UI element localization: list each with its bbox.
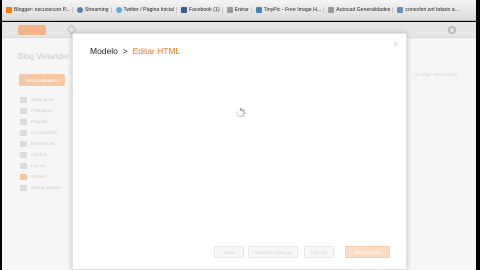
backdrop-right-links: Ver blog • Personalizar [414,72,458,77]
close-icon[interactable]: × [393,41,398,49]
nav-item-earnings: Ganhos [20,149,61,160]
nav-item-overview: Visão geral [20,94,61,105]
preview-changes-button[interactable]: Visualizar mudanças [248,246,298,258]
gear-icon [448,26,456,34]
bookmark-twitter[interactable]: Twitter / Página Inicial [115,7,177,13]
nav-label: Configurações [31,185,61,190]
nav-item-stats: Estatísticas [20,138,61,149]
modal-breadcrumb: Modelo > Editar HTML [90,46,180,56]
bookmark-label: Streaming [84,7,109,13]
nav-label: Ganhos [31,152,48,157]
dashboard-nav: Visão geral Postagens Páginas Comentário… [20,94,61,193]
bookmark-streaming[interactable]: Streaming [76,7,112,13]
doc-icon [397,7,404,13]
nav-item-posts: Postagens [20,105,61,116]
overview-icon [20,96,27,103]
bookmark-label: conecferi.wrl bdario a... [405,7,460,13]
nav-label: Postagens [31,108,53,113]
nav-label: Layout [31,163,45,168]
nav-label: Páginas [31,119,48,124]
save-template-button[interactable]: Salvar modelo [345,246,390,258]
earnings-icon [20,151,27,158]
cancel-button[interactable]: Cancelar [304,246,334,258]
pages-icon [20,118,27,125]
page-icon [328,7,335,13]
edit-html-modal: × Modelo > Editar HTML Salvar Visualizar… [72,33,407,270]
nav-item-pages: Páginas [20,116,61,127]
stats-icon [20,140,27,147]
blogger-logo [18,25,46,35]
nav-label: Estatísticas [31,141,55,146]
breadcrumb-edit-html: Editar HTML [132,46,181,56]
bookmarks-bar: Blogger: escuoscuro P... Streaming Twitt… [2,0,476,21]
nav-item-layout: Layout [20,160,61,171]
page-icon [226,7,233,13]
bookmark-label: Twitter / Página Inicial [123,7,174,13]
bookmark-label: Facebook (1) [188,7,220,13]
tinypic-icon [255,7,262,13]
layout-icon [20,162,27,169]
bookmark-facebook[interactable]: Facebook (1) [180,7,223,13]
bookmark-conecferi[interactable]: conecferi.wrl bdario a... [397,7,461,13]
loading-spinner-icon [235,108,246,118]
breadcrumb-template[interactable]: Modelo [90,46,118,56]
nav-label: Visão geral [31,97,54,102]
template-icon [20,173,27,180]
modal-footer: Salvar Visualizar mudanças Cancelar Salv… [73,246,406,258]
facebook-icon [180,7,187,13]
blog-title: Blog Veilander [18,52,70,61]
nav-label: Modelo [31,174,47,179]
bookmark-label: Autocad Generalidades [336,7,391,13]
breadcrumb-separator: > [122,46,128,56]
bookmark-blogger[interactable]: Blogger: escuoscuro P... [6,7,73,13]
letterbox-right [476,0,480,270]
bookmark-label: Entrar [234,7,249,13]
posts-icon [20,107,27,114]
nav-label: Comentários [31,130,58,135]
nav-item-settings: Configurações [20,182,61,193]
streaming-icon [76,7,83,13]
bookmark-tinypic[interactable]: TinyPic - Free Image H... [255,7,325,13]
twitter-icon [115,7,122,13]
comments-icon [20,129,27,136]
blogger-icon [6,7,12,13]
save-button[interactable]: Salvar [214,246,244,258]
bookmark-label: Blogger: escuoscuro P... [14,7,70,13]
bookmark-autocad[interactable]: Autocad Generalidades [328,7,394,13]
new-post-button: Nova postagem [19,74,65,86]
nav-item-comments: Comentários [20,127,61,138]
settings-icon [20,184,27,191]
bookmark-label: TinyPic - Free Image H... [263,7,322,13]
bookmark-entrar[interactable]: Entrar [226,7,252,13]
nav-item-template: Modelo [20,171,61,182]
